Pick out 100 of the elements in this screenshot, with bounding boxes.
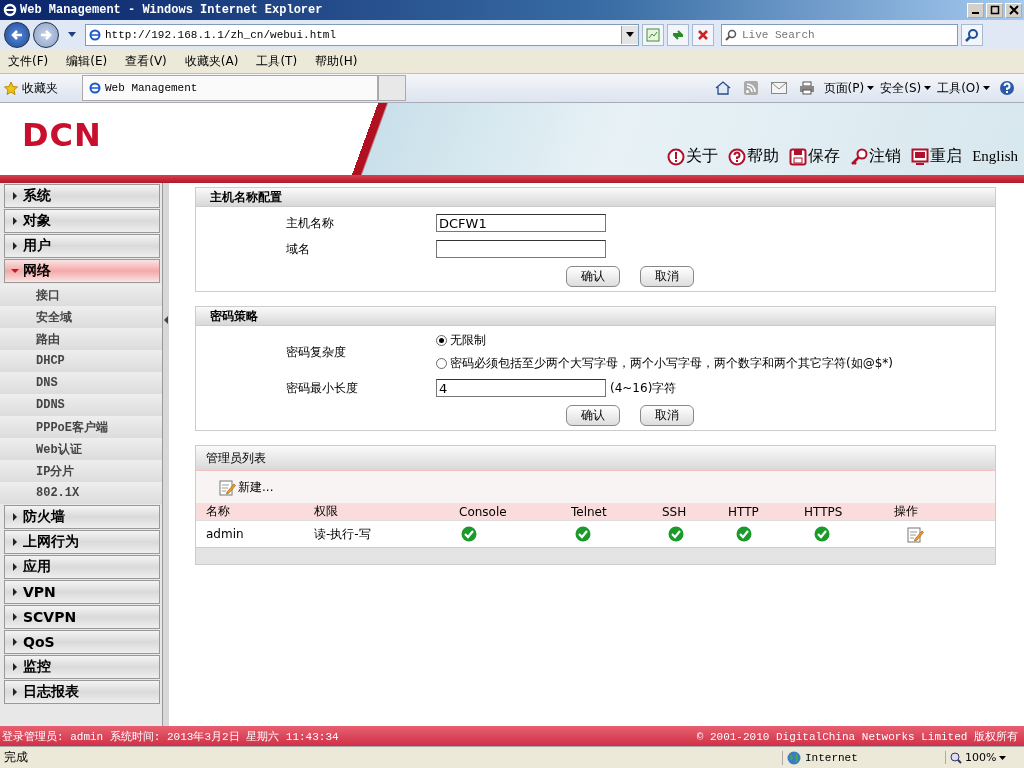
copyright-text: © 2001-2010 DigitalChina Networks Limited 版权所有 [696, 729, 1018, 744]
language-link[interactable]: English [972, 148, 1018, 165]
sidebar-item[interactable]: 应用 [4, 555, 160, 579]
monitor-icon [911, 147, 930, 166]
back-button[interactable] [4, 21, 30, 48]
sidebar-item-label: 上网行为 [23, 533, 79, 551]
sidebar-subitem[interactable]: DNS [0, 372, 162, 394]
stop-icon[interactable] [692, 23, 714, 46]
edit-icon [218, 478, 236, 496]
text-input-field[interactable]: 4 [436, 379, 606, 397]
command-menu[interactable]: 工具(O) [937, 79, 990, 97]
caret-right-icon [11, 538, 19, 546]
new-button-label: 新建... [238, 478, 274, 496]
header-link[interactable]: 注销 [850, 146, 902, 167]
command-menu[interactable]: 安全(S) [880, 79, 932, 97]
menu-item[interactable]: 编辑(E) [66, 52, 108, 70]
caret-right-icon [11, 513, 19, 521]
form-button[interactable]: 确认 [565, 405, 620, 426]
sidebar-item[interactable]: 用户 [4, 234, 160, 258]
address-dropdown-button[interactable] [621, 25, 638, 44]
caret-right-icon [11, 663, 19, 671]
header-link-label: 帮助 [747, 146, 780, 167]
sidebar-item-label: 系统 [23, 187, 51, 205]
caret-down-icon [983, 86, 990, 90]
sidebar-subitem[interactable]: 安全域 [0, 306, 162, 328]
caret-down-icon [999, 755, 1007, 760]
window-title: Web Management - Windows Internet Explorer [20, 3, 324, 17]
caret-down-icon [626, 32, 634, 37]
close-button[interactable] [1005, 2, 1022, 18]
maximize-icon [989, 5, 1000, 15]
sidebar-item[interactable]: 日志报表 [4, 680, 160, 704]
form-button[interactable]: 取消 [639, 405, 694, 426]
text-input-field[interactable] [436, 240, 606, 258]
refresh-icon[interactable] [667, 23, 689, 46]
menu-item[interactable]: 工具(T) [256, 52, 298, 70]
field-label: 密码最小长度 [285, 379, 359, 397]
star-icon [4, 81, 18, 95]
field-label: 域名 [285, 240, 311, 258]
sidebar-item[interactable]: 系统 [4, 184, 160, 208]
sidebar-subitem[interactable]: DHCP [0, 350, 162, 372]
new-button[interactable]: 新建... [218, 478, 274, 496]
column-header: 名称 [206, 503, 231, 520]
text-input-field[interactable]: DCFW1 [436, 214, 606, 232]
sidebar-item[interactable]: VPN [4, 580, 160, 604]
header-link[interactable]: 重启 [911, 146, 963, 167]
sidebar-subitem[interactable]: 802.1X [0, 482, 162, 504]
radio-button[interactable] [436, 335, 447, 346]
radio-option[interactable]: 无限制 [436, 332, 893, 349]
sidebar-item-label: 网络 [23, 262, 51, 280]
field-hint: (4~16)字符 [610, 379, 677, 397]
panel-title: 管理员列表 [196, 446, 995, 471]
dropdown-icon[interactable] [68, 31, 76, 38]
maximize-button[interactable] [986, 2, 1003, 18]
header-link[interactable]: 关于 [667, 146, 719, 167]
menu-item[interactable]: 收藏夹(A) [184, 52, 239, 70]
security-zone: Internet [782, 750, 937, 765]
zoom-level[interactable]: 100% [945, 751, 1020, 764]
header-link-label: 注销 [869, 146, 902, 167]
sidebar-item[interactable]: 防火墙 [4, 505, 160, 529]
page-icon [89, 28, 101, 41]
search-icon[interactable] [961, 23, 983, 46]
header-link[interactable]: 保存 [789, 146, 841, 167]
sidebar-subitem[interactable]: DDNS [0, 394, 162, 416]
header-link-label: 保存 [808, 146, 841, 167]
form-button[interactable]: 取消 [639, 266, 694, 287]
sidebar-item[interactable]: QoS [4, 630, 160, 654]
search-field[interactable]: Live Search [721, 23, 958, 46]
sidebar-subitem[interactable]: 接口 [0, 284, 162, 306]
sidebar-item-label: QoS [23, 634, 55, 650]
browser-tab[interactable]: Web Management [82, 75, 378, 101]
page-icon [89, 82, 101, 94]
sidebar-subitem[interactable]: 路由 [0, 328, 162, 350]
sidebar-item[interactable]: 上网行为 [4, 530, 160, 554]
save-icon [789, 147, 808, 166]
sidebar-subitem[interactable]: IP分片 [0, 460, 162, 482]
sidebar-item-label: 日志报表 [23, 683, 79, 701]
table-cell-text: admin [206, 527, 245, 541]
sidebar-item[interactable]: 监控 [4, 655, 160, 679]
header-link[interactable]: 帮助 [728, 146, 780, 167]
favorites-button[interactable]: 收藏夹 [4, 79, 76, 97]
header-link-label: 关于 [686, 146, 719, 167]
minimize-button[interactable] [967, 2, 984, 18]
menu-item[interactable]: 文件(F) [8, 52, 49, 70]
caret-right-icon [11, 688, 19, 696]
splitter-handle[interactable] [163, 183, 169, 726]
sidebar-subitem[interactable]: PPPoE客户端 [0, 416, 162, 438]
sidebar-item[interactable]: 网络 [4, 259, 160, 283]
forward-button[interactable] [33, 21, 59, 48]
menu-item[interactable]: 查看(V) [125, 52, 167, 70]
sidebar-subitem[interactable]: Web认证 [0, 438, 162, 460]
menu-item[interactable]: 帮助(H) [315, 52, 358, 70]
form-button[interactable]: 确认 [565, 266, 620, 287]
radio-button[interactable] [436, 358, 447, 369]
edit-icon[interactable] [906, 525, 924, 543]
search-icon [725, 28, 737, 41]
address-field[interactable]: http://192.168.1.1/zh_cn/webui.html [85, 23, 639, 46]
command-menu[interactable]: 页面(P) [823, 79, 875, 97]
zoom-icon [950, 751, 962, 764]
sidebar-item[interactable]: 对象 [4, 209, 160, 233]
sidebar-item[interactable]: SCVPN [4, 605, 160, 629]
